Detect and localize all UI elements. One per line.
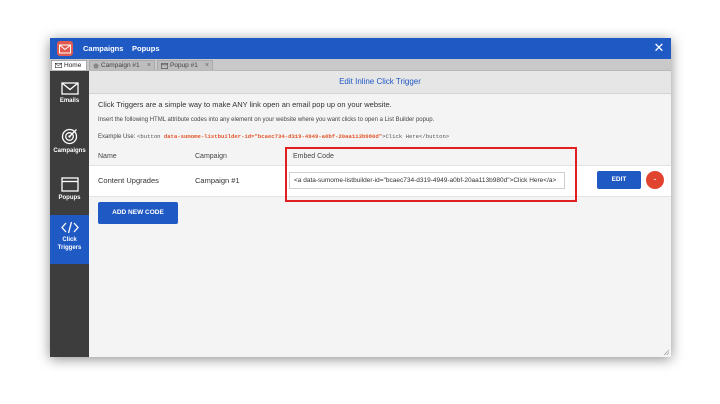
app-window: Campaigns Popups ✕ Home Campaign #1 × Po… xyxy=(50,38,671,357)
edit-button[interactable]: EDIT xyxy=(597,171,641,189)
example-code-start: <button xyxy=(137,133,164,140)
globe-icon xyxy=(93,62,99,69)
example-label: Example Use: xyxy=(98,134,136,140)
app-logo-icon[interactable] xyxy=(57,41,73,56)
tab-campaign-1[interactable]: Campaign #1 × xyxy=(89,60,155,70)
sidebar: Emails Campaigns Popups Click Triggers xyxy=(50,71,89,357)
sidebar-item-click-triggers[interactable]: Click Triggers xyxy=(50,215,89,264)
tab-popup-1[interactable]: Popup #1 × xyxy=(157,60,213,70)
column-header-campaign: Campaign xyxy=(195,153,227,160)
table-row: Content Upgrades Campaign #1 <a data-sum… xyxy=(89,165,671,197)
sidebar-item-label: Campaigns xyxy=(53,148,86,154)
delete-button[interactable]: - xyxy=(646,171,664,189)
row-campaign: Campaign #1 xyxy=(195,176,240,185)
tab-bar: Home Campaign #1 × Popup #1 × xyxy=(50,59,671,71)
tab-campaign-label: Campaign #1 xyxy=(101,61,140,69)
window-icon xyxy=(161,62,168,69)
top-bar: Campaigns Popups ✕ xyxy=(50,38,671,59)
main-panel: Edit Inline Click Trigger Click Triggers… xyxy=(89,71,671,357)
tab-home[interactable]: Home xyxy=(51,60,87,70)
instructions-text: Insert the following HTML attribute code… xyxy=(98,117,435,123)
embed-code-field[interactable]: <a data-sumome-listbuilder-id="bcaec734-… xyxy=(289,172,565,189)
row-name: Content Upgrades xyxy=(98,176,159,185)
tab-close-icon[interactable]: × xyxy=(147,61,151,71)
example-code-end: >Click Here</button> xyxy=(382,133,450,140)
intro-text: Click Triggers are a simple way to make … xyxy=(98,100,392,109)
sidebar-item-popups[interactable]: Popups xyxy=(50,177,89,209)
envelope-icon xyxy=(60,82,79,95)
column-header-embed-code: Embed Code xyxy=(293,153,334,160)
tab-home-label: Home xyxy=(64,61,82,69)
example-code-attr: data-sumome-listbuilder-id="bcaec734-d31… xyxy=(163,133,383,140)
sidebar-item-label: Popups xyxy=(58,195,81,201)
tab-popup-label: Popup #1 xyxy=(170,61,198,69)
window-icon xyxy=(60,177,79,192)
page-title: Edit Inline Click Trigger xyxy=(89,71,671,94)
example-use: Example Use: <button data-sumome-listbui… xyxy=(98,133,449,140)
sidebar-item-emails[interactable]: Emails xyxy=(50,82,89,112)
sidebar-item-label: Click xyxy=(62,237,77,243)
sidebar-item-campaigns[interactable]: Campaigns xyxy=(50,128,89,164)
code-icon xyxy=(60,221,79,234)
mail-icon xyxy=(55,63,62,68)
tab-close-icon[interactable]: × xyxy=(205,61,209,71)
nav-popups[interactable]: Popups xyxy=(132,38,160,59)
add-new-code-button[interactable]: ADD NEW CODE xyxy=(98,202,178,224)
column-header-name: Name xyxy=(98,153,117,160)
nav-campaigns[interactable]: Campaigns xyxy=(83,38,123,59)
close-icon[interactable]: ✕ xyxy=(653,41,665,55)
target-icon xyxy=(61,128,78,145)
resize-handle-icon[interactable] xyxy=(662,348,670,356)
sidebar-item-label: Triggers xyxy=(57,245,82,251)
sidebar-item-label: Emails xyxy=(59,98,80,104)
